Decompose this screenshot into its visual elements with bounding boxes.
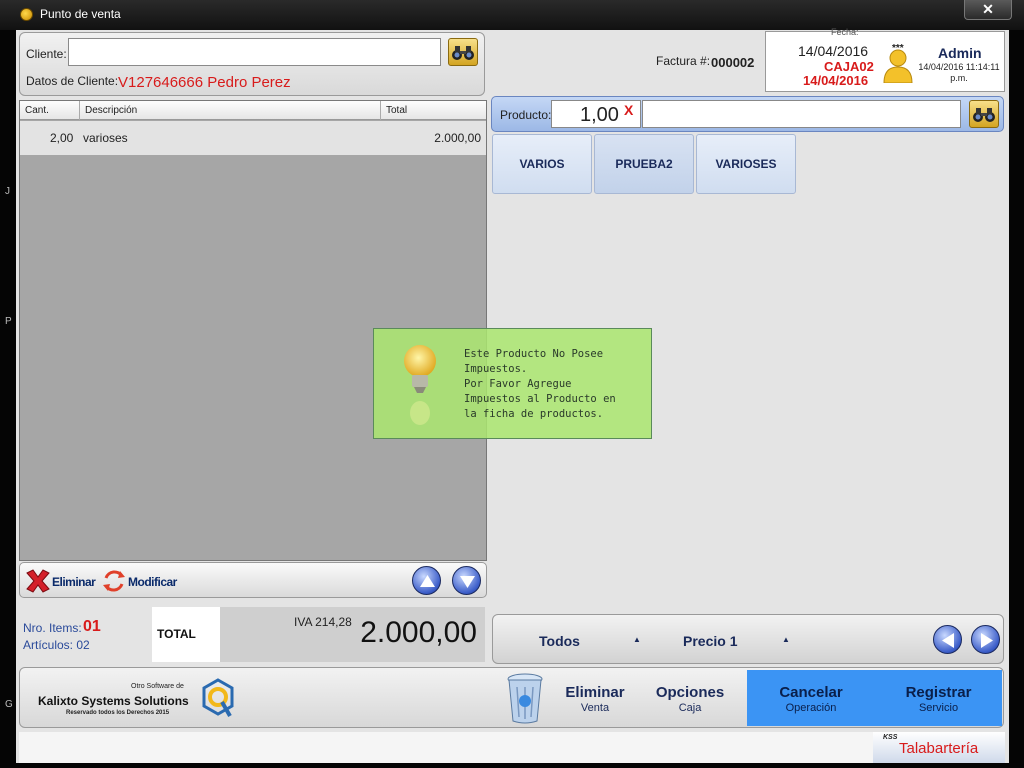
total-amount-box: IVA 214,28 2.000,00: [220, 607, 485, 662]
lightbulb-icon: [404, 345, 436, 425]
edit-toolbar: Eliminar Modificar: [19, 562, 487, 598]
row-descripcion: varioses: [83, 131, 128, 145]
logo-rights: Reservado todos los Derechos 2015: [66, 710, 170, 716]
row-total: 2.000,00: [434, 131, 481, 145]
filter-dropdown-icon[interactable]: ▲: [633, 635, 641, 644]
category-varioses-button[interactable]: VARIOSES: [696, 134, 796, 194]
binoculars-icon: [452, 46, 474, 60]
arrow-down-icon: [460, 576, 475, 588]
arrow-left-icon: [942, 633, 954, 648]
category-varios-button[interactable]: VARIOS: [492, 134, 592, 194]
refresh-icon: [103, 570, 125, 592]
datos-cliente-label: Datos de Cliente:: [26, 74, 119, 88]
search-producto-button[interactable]: [969, 100, 999, 128]
table-row[interactable]: 2,00 varioses 2.000,00: [20, 121, 486, 155]
caja-name: CAJA02: [824, 59, 874, 74]
pos-window: Punto de venta ✕ J P G Cliente: Datos de…: [0, 0, 1024, 768]
tax-warning-toast[interactable]: Este Producto No Posee Impuestos. Por Fa…: [373, 328, 652, 439]
close-button[interactable]: ✕: [964, 0, 1012, 20]
producto-bar: Producto: 1,00 X: [491, 96, 1004, 132]
eliminar-item-button[interactable]: Eliminar: [24, 568, 100, 594]
row-cant: 2,00: [50, 131, 74, 145]
trash-icon: [507, 673, 543, 724]
edge-char: P: [5, 316, 12, 327]
category-prueba2-button[interactable]: PRUEBA2: [594, 134, 694, 194]
price-list-selector[interactable]: Precio 1: [683, 633, 737, 649]
total-amount: 2.000,00: [360, 616, 477, 649]
user-name: Admin: [938, 45, 982, 61]
logo-tagline: Otro Software de: [131, 683, 184, 690]
header-total[interactable]: Total: [386, 105, 407, 116]
bottom-action-bar: Otro Software de Kalixto Systems Solutio…: [19, 667, 1004, 728]
price-dropdown-icon[interactable]: ▲: [782, 635, 790, 644]
title-bar: Punto de venta ✕: [0, 0, 1024, 30]
kss-mark: KSS: [883, 734, 898, 741]
cliente-label: Cliente:: [26, 47, 67, 61]
header-descripcion[interactable]: Descripción: [85, 105, 137, 116]
kalixto-logo-icon: [202, 678, 234, 717]
edge-char: J: [5, 186, 10, 197]
cliente-input[interactable]: [68, 38, 441, 66]
header-divider: [380, 101, 381, 120]
registrar-servicio-button[interactable]: Registrar Servicio: [875, 670, 1002, 726]
edge-char: G: [5, 699, 13, 710]
filter-bar: Todos ▲ Precio 1 ▲: [492, 614, 1004, 664]
total-label: TOTAL: [157, 627, 196, 641]
app-icon: [20, 8, 33, 21]
producto-label: Producto:: [500, 108, 552, 122]
search-cliente-button[interactable]: [448, 38, 478, 66]
quantity-value: 1,00: [580, 104, 619, 126]
delete-x-icon: [26, 569, 50, 593]
user-info-panel: Fecha: 14/04/2016 CAJA02 14/04/2016 *** …: [765, 27, 1005, 92]
window-title: Punto de venta: [40, 7, 121, 21]
next-page-button[interactable]: [971, 625, 1000, 654]
user-stars: ***: [892, 43, 904, 54]
arrow-right-icon: [981, 633, 993, 648]
modificar-item-button[interactable]: Modificar: [100, 568, 190, 594]
prev-page-button[interactable]: [933, 625, 962, 654]
company-logo: Otro Software de Kalixto Systems Solutio…: [34, 674, 234, 724]
cliente-panel: Cliente: Datos de Cliente: V127646666 Pe…: [19, 32, 485, 96]
nro-items-value: 01: [83, 618, 101, 635]
clear-quantity-icon[interactable]: X: [624, 102, 633, 118]
company-brand: KSS Talabartería: [873, 732, 1005, 763]
status-bar: [19, 732, 1004, 763]
quantity-field[interactable]: 1,00 X: [551, 100, 641, 128]
binoculars-icon: [973, 108, 995, 122]
filter-todos[interactable]: Todos: [539, 633, 580, 649]
logo-name: Kalixto Systems Solutions: [38, 694, 189, 708]
totals-panel: Nro. Items: 01 Artículos: 02 TOTAL IVA 2…: [19, 605, 485, 662]
iva-amount: IVA 214,28: [294, 615, 352, 629]
scroll-up-button[interactable]: [412, 566, 441, 595]
producto-input[interactable]: [642, 100, 961, 128]
scroll-down-button[interactable]: [452, 566, 481, 595]
current-date: 14/04/2016: [798, 43, 869, 59]
company-name: Talabartería: [899, 740, 979, 757]
datos-cliente-value: V127646666 Pedro Perez: [118, 74, 291, 91]
header-divider: [79, 101, 80, 120]
grid-header: Cant. Descripción Total: [20, 101, 486, 120]
opciones-caja-button[interactable]: Opciones Caja: [640, 670, 740, 726]
cancelar-operacion-button[interactable]: Cancelar Operación: [747, 670, 875, 726]
arrow-up-icon: [420, 575, 435, 587]
factura-label: Factura #:: [656, 54, 711, 68]
toast-message: Este Producto No Posee Impuestos. Por Fa…: [464, 348, 616, 420]
fecha-label: Fecha:: [831, 27, 859, 37]
nro-items-label: Nro. Items:: [23, 621, 82, 635]
eliminar-venta-button[interactable]: Eliminar Venta: [550, 670, 640, 726]
articulos-count: Artículos: 02: [23, 638, 90, 652]
header-cant[interactable]: Cant.: [25, 105, 49, 116]
user-login-time: 14/04/2016 11:14:11 p.m.: [918, 62, 1000, 83]
factura-number: 000002: [711, 55, 755, 70]
caja-date: 14/04/2016: [803, 73, 869, 88]
